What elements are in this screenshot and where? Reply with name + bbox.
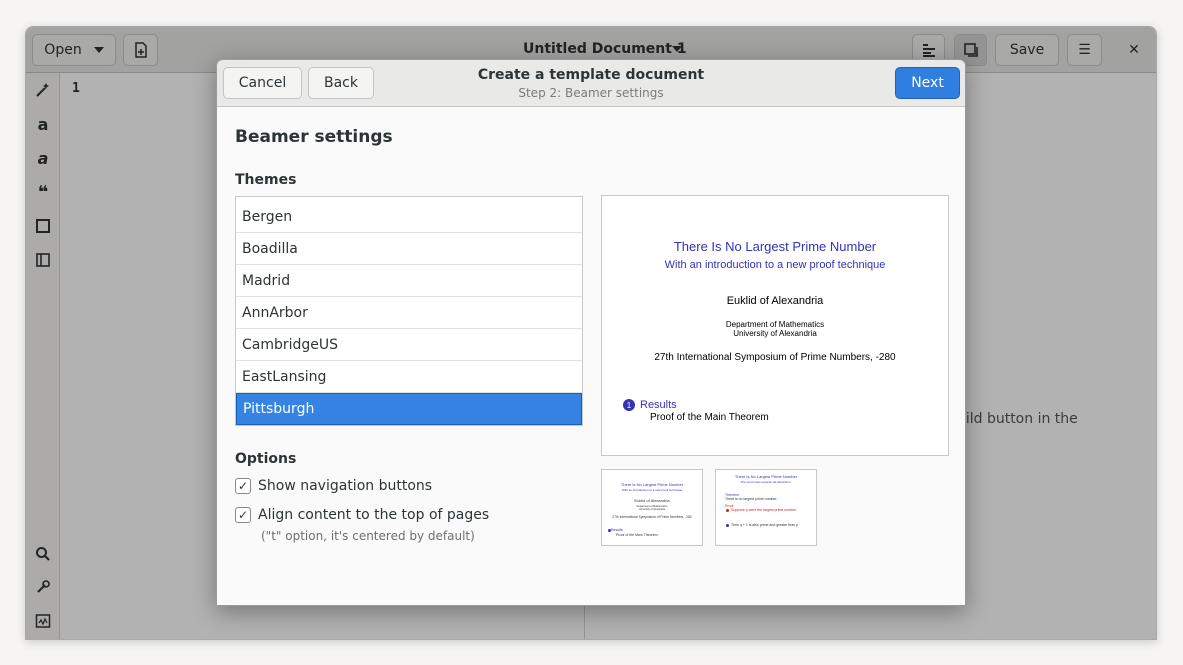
next-button[interactable]: Next	[895, 67, 960, 99]
theme-list[interactable]: Bergen Boadilla Madrid AnnArbor Cambridg…	[235, 196, 583, 426]
slide-institute-line1: Department of Mathematics	[725, 320, 825, 329]
theme-item-label: Boadilla	[242, 240, 298, 257]
theme-item-bergen[interactable]: Bergen	[236, 201, 582, 233]
slide-preview-main: There Is No Largest Prime Number With an…	[601, 195, 949, 456]
theme-item-boadilla[interactable]: Boadilla	[236, 233, 582, 265]
thumb2-theorem-text: There is no largest prime number.	[725, 497, 778, 501]
thumb1-institute-2: University of Alexandria	[638, 508, 666, 511]
options-label: Options	[235, 451, 297, 467]
thumb2-step1: Suppose p were the largest prime number.	[731, 508, 797, 512]
theme-item-label: EastLansing	[242, 368, 327, 385]
thumb1-author: Euklid of Alexandria	[634, 498, 670, 503]
dialog-title: Create a template document	[477, 67, 705, 83]
theme-item-label: AnnArbor	[242, 304, 308, 321]
thumb2-title: There Is No Largest Prime Number	[734, 474, 798, 479]
thumb1-section: Results	[611, 528, 623, 532]
show-navigation-label: Show navigation buttons	[258, 478, 433, 494]
thumb2-step2: Then q + 1 is also prime and greater tha…	[731, 523, 799, 527]
thumb1-subsection: Proof of the Main Theorem	[616, 533, 658, 537]
slide-institute-line2: University of Alexandria	[733, 329, 817, 338]
slide-section: 1 Results	[623, 399, 677, 411]
thumb2-step1-dot	[726, 509, 729, 512]
slide-subsection: Proof of the Main Theorem	[650, 412, 769, 423]
slide-section-title: Results	[640, 399, 677, 411]
next-label: Next	[911, 75, 944, 91]
thumb1-conference: 27th International Symposium of Prime Nu…	[612, 515, 692, 519]
themes-label: Themes	[235, 172, 297, 188]
theme-item-cambridgeus[interactable]: CambridgeUS	[236, 329, 582, 361]
align-top-checkbox[interactable]: ✓	[235, 507, 251, 523]
thumb2-subtitle: The proof uses reductio ad absurdum.	[740, 480, 792, 484]
slide-conference: 27th International Symposium of Prime Nu…	[654, 352, 896, 363]
align-top-label: Align content to the top of pages	[258, 507, 490, 523]
show-navigation-option[interactable]: ✓ Show navigation buttons	[235, 476, 432, 496]
slide-section-number: 1	[623, 399, 635, 411]
slide-thumbnail-1[interactable]: There Is No Largest Prime Number With an…	[601, 469, 703, 546]
thumb1-title: There Is No Largest Prime Number	[620, 482, 684, 487]
dialog-headerbar: Cancel Back Create a template document S…	[217, 60, 965, 107]
theme-item-madrid[interactable]: Madrid	[236, 265, 582, 297]
slide-institute: Department of Mathematics University of …	[602, 320, 948, 338]
theme-item-label: Pittsburgh	[243, 401, 315, 417]
thumb1-subtitle: With an introduction to a new proof tech…	[621, 488, 683, 492]
thumb2-step2-dot	[726, 524, 729, 527]
align-top-hint: ("t" option, it's centered by default)	[261, 529, 475, 543]
theme-item-label: Madrid	[242, 272, 291, 289]
dialog-subtitle: Step 2: Beamer settings	[518, 86, 664, 100]
theme-item-annarbor[interactable]: AnnArbor	[236, 297, 582, 329]
theme-item-label: CambridgeUS	[242, 336, 339, 353]
template-dialog: Cancel Back Create a template document S…	[216, 59, 966, 606]
slide-subtitle: With an introduction to a new proof tech…	[664, 259, 886, 271]
slide-author: Euklid of Alexandria	[726, 295, 824, 307]
align-top-option[interactable]: ✓ Align content to the top of pages	[235, 505, 489, 525]
theme-item-pittsburgh[interactable]: Pittsburgh	[236, 393, 582, 425]
show-navigation-checkbox[interactable]: ✓	[235, 478, 251, 494]
theme-item-eastlansing[interactable]: EastLansing	[236, 361, 582, 393]
slide-thumbnail-2[interactable]: There Is No Largest Prime Number The pro…	[715, 469, 817, 546]
section-title: Beamer settings	[235, 127, 393, 147]
theme-item-label: Bergen	[242, 208, 293, 225]
slide-title: There Is No Largest Prime Number	[673, 239, 877, 254]
